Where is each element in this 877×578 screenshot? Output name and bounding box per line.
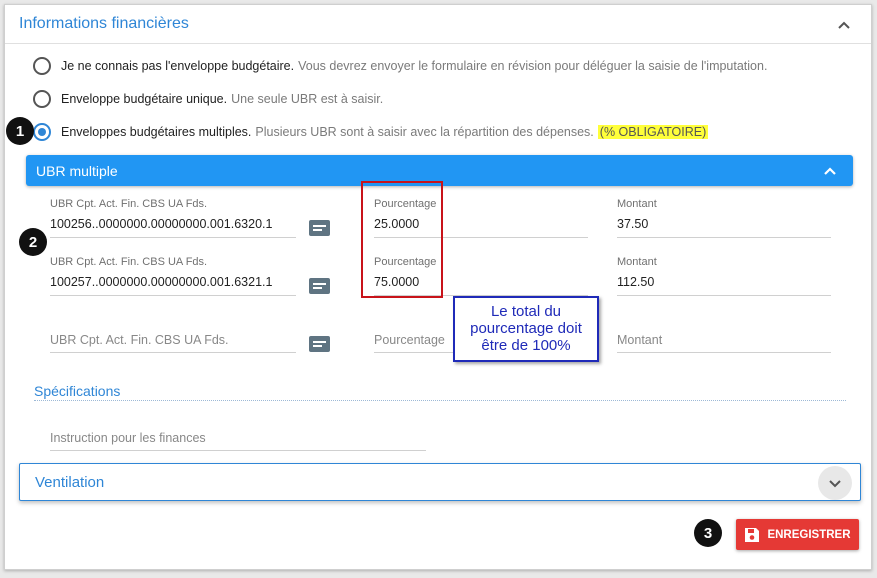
callout-badge: 3 [694, 519, 722, 547]
annotation-line: pourcentage doit [470, 320, 582, 337]
ubr-field-underline [50, 237, 296, 238]
annotation-line: Le total du [490, 303, 562, 320]
specifications-title[interactable]: Spécifications [34, 383, 120, 399]
option-single-envelope[interactable]: Enveloppe budgétaire unique. Une seule U… [33, 89, 383, 109]
panel-title: Informations financières [19, 15, 189, 32]
ubr-field-label: UBR Cpt. Act. Fin. CBS UA Fds. [50, 256, 208, 268]
floppy-disk-icon [745, 527, 760, 542]
ubr-field-label: UBR Cpt. Act. Fin. CBS UA Fds. [50, 198, 208, 210]
note-icon[interactable] [309, 220, 330, 236]
amount-label: Montant [617, 256, 657, 268]
screenshot-frame: Informations financières Je ne connais p… [0, 0, 877, 578]
amount-underline [617, 352, 831, 353]
ubr-multiple-title: UBR multiple [36, 163, 118, 179]
specifications-divider [34, 400, 846, 401]
option-label: Enveloppes budgétaires multiples. [61, 125, 252, 139]
save-button[interactable]: ENREGISTRER [736, 519, 859, 550]
ubr-field-value[interactable]: 100256..0000000.00000000.001.6320.1 [50, 217, 272, 231]
percentage-field-empty[interactable]: Pourcentage [374, 333, 445, 347]
ubr-field-underline [50, 295, 296, 296]
radio-single[interactable] [33, 90, 51, 108]
chevron-down-icon [829, 480, 841, 488]
chevron-up-icon[interactable] [823, 164, 837, 178]
ubr-field-underline [50, 352, 296, 353]
note-icon[interactable] [309, 336, 330, 352]
option-description: Vous devrez envoyer le formulaire en rév… [298, 59, 768, 73]
finance-instruction-field[interactable]: Instruction pour les finances [50, 431, 206, 445]
expand-ventilation-button[interactable] [818, 466, 852, 500]
amount-field[interactable]: 112.50 [617, 275, 654, 289]
callout-badge: 1 [6, 117, 34, 145]
option-description: Une seule UBR est à saisir. [231, 92, 384, 106]
percentage-highlight-box [361, 181, 443, 298]
annotation-line: être de 100% [481, 337, 571, 354]
option-unknown-envelope[interactable]: Je ne connais pas l'enveloppe budgétaire… [33, 56, 767, 76]
option-description: Plusieurs UBR sont à saisir avec la répa… [255, 125, 594, 139]
ubr-field-empty[interactable]: UBR Cpt. Act. Fin. CBS UA Fds. [50, 333, 229, 347]
save-button-label: ENREGISTRER [767, 528, 851, 541]
amount-field-empty[interactable]: Montant [617, 333, 662, 347]
chevron-up-icon[interactable] [837, 18, 851, 32]
amount-field[interactable]: 37.50 [617, 217, 648, 231]
radio-multiple[interactable] [33, 123, 51, 141]
callout-badge: 2 [19, 228, 47, 256]
finance-instruction-underline [50, 450, 426, 451]
ventilation-panel[interactable]: Ventilation [19, 463, 861, 501]
amount-underline [617, 295, 831, 296]
amount-underline [617, 237, 831, 238]
amount-label: Montant [617, 198, 657, 210]
option-multiple-envelopes[interactable]: Enveloppes budgétaires multiples. Plusie… [33, 122, 709, 142]
option-label: Enveloppe budgétaire unique. [61, 92, 228, 106]
mandatory-badge: (% OBLIGATOIRE) [597, 125, 709, 139]
ubr-field-value[interactable]: 100257..0000000.00000000.001.6321.1 [50, 275, 272, 289]
annotation-note: Le total du pourcentage doit être de 100… [453, 296, 599, 362]
option-label: Je ne connais pas l'enveloppe budgétaire… [61, 59, 295, 73]
radio-unknown[interactable] [33, 57, 51, 75]
note-icon[interactable] [309, 278, 330, 294]
panel-header[interactable]: Informations financières [5, 5, 871, 44]
ventilation-title: Ventilation [35, 474, 105, 491]
